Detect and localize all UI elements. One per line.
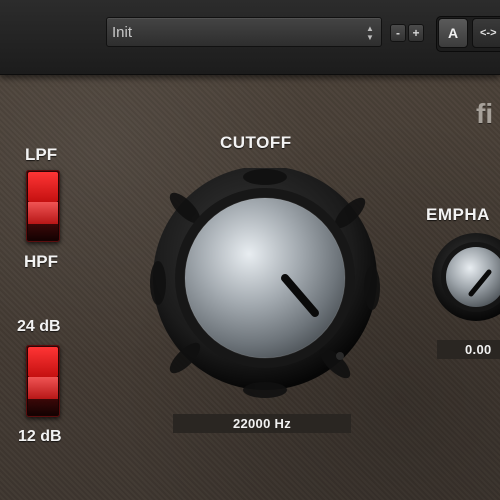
switch-face [28,377,58,399]
slope-12db-label: 12 dB [18,428,62,445]
preset-decrement-label: - [396,26,400,40]
emphasis-knob[interactable] [431,232,500,322]
lpf-label: LPF [25,145,58,164]
switch-cap [28,347,58,377]
preset-increment-button[interactable]: + [408,24,424,42]
cutoff-knob[interactable] [150,168,380,398]
preset-decrement-button[interactable]: - [390,24,406,42]
ab-a-label: A [447,25,459,41]
emphasis-title: EMPHA [426,205,490,224]
cutoff-title: CUTOFF [220,133,292,152]
emphasis-readout: 0.00 [437,340,500,359]
preset-value: Init [112,24,133,41]
switch-cap [28,172,58,202]
preset-increment-label: + [412,26,420,40]
ab-a-button[interactable]: A [438,18,468,48]
slope-switch[interactable] [26,345,60,417]
switch-face [28,202,58,224]
up-down-arrows-icon: ▲ ▼ [366,24,374,42]
toolbar: Init ▲ ▼ - + A <-> [0,0,500,75]
brand-logo-text: fi [476,98,494,129]
filter-type-switch[interactable] [26,170,60,242]
ab-copy-label: <-> [480,27,497,39]
knob-marker-dot [336,352,344,360]
ab-copy-button[interactable]: <-> [472,18,500,48]
preset-selector[interactable]: Init ▲ ▼ [106,17,382,47]
hpf-label: HPF [24,252,58,271]
slope-24db-label: 24 dB [17,318,61,335]
cutoff-readout: 22000 Hz [173,414,351,433]
switch-shadow [28,224,58,240]
brand-logo: fi [476,98,493,130]
switch-shadow [28,399,58,415]
knob-metal-cap [185,198,345,358]
